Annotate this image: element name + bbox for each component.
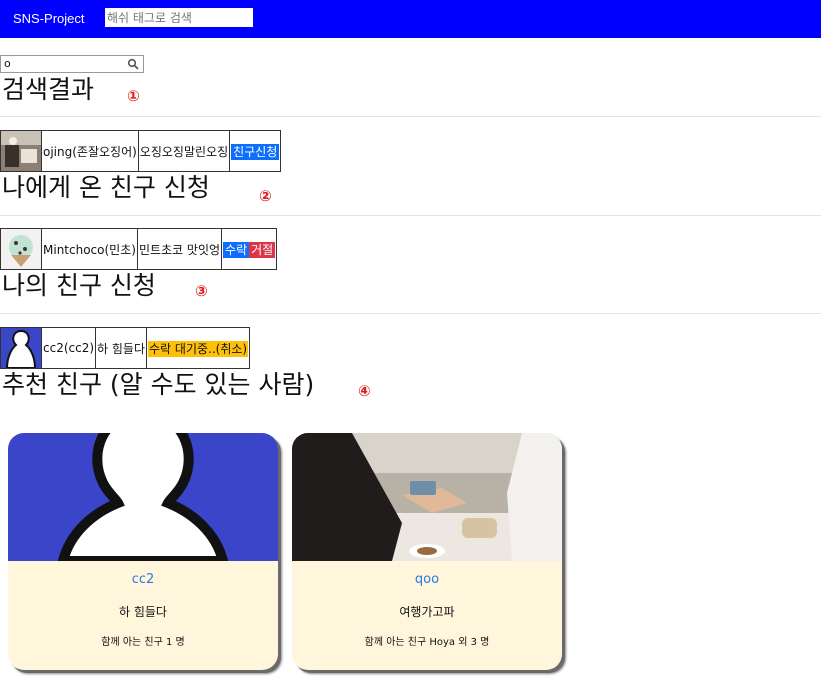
incoming-requests-title: 나에게 온 친구 신청 <box>2 173 210 202</box>
avatar <box>1 229 41 269</box>
friend-request-cell: 친구신청 <box>229 130 282 172</box>
marker-1: ① <box>127 87 140 105</box>
card-user-name[interactable]: cc2 <box>8 572 278 587</box>
user-name: ojing(존잘오징어) <box>41 130 139 172</box>
marker-4: ④ <box>358 382 371 400</box>
user-search-input[interactable]: o <box>0 55 144 73</box>
card-status-message: 하 힘들다 <box>119 605 167 619</box>
accept-reject-cell: 수락 거절 <box>221 228 278 270</box>
marker-2: ② <box>259 187 272 205</box>
avatar <box>1 328 41 368</box>
user-status-message: 하 힘들다 <box>95 327 148 369</box>
card-mutual-friends: 함께 아는 친구 1 명 <box>101 637 185 648</box>
cancel-request-button[interactable]: 수락 대기중..(취소) <box>148 340 249 357</box>
divider <box>0 313 821 314</box>
search-results-title: 검색결과 <box>2 75 95 104</box>
profile-image <box>8 433 278 561</box>
pending-cell: 수락 대기중..(취소) <box>146 327 251 369</box>
avatar-cell <box>0 130 42 172</box>
brand-link[interactable]: SNS-Project <box>13 11 85 26</box>
accept-button[interactable]: 수락 <box>223 241 250 258</box>
search-icon[interactable] <box>127 58 139 70</box>
user-status-message: 오징오징말린오징 <box>137 130 231 172</box>
incoming-request-row: Mintchoco(민초) 민트초코 맛잇엉 수락 거절 <box>0 228 278 270</box>
card-status-message: 여행가고파 <box>399 605 455 619</box>
divider <box>0 116 821 117</box>
user-name: cc2(cc2) <box>40 327 97 369</box>
profile-image <box>292 433 562 561</box>
recommendation-card[interactable]: qoo 여행가고파 함께 아는 친구 Hoya 외 3 명 <box>292 433 562 670</box>
card-mutual-friends: 함께 아는 친구 Hoya 외 3 명 <box>364 637 490 648</box>
marker-3: ③ <box>195 282 208 300</box>
user-status-message: 민트초코 맛잇엉 <box>136 228 223 270</box>
my-requests-title: 나의 친구 신청 <box>2 271 156 300</box>
reject-button[interactable]: 거절 <box>249 241 276 258</box>
recommendation-card[interactable]: cc2 하 힘들다 함께 아는 친구 1 명 <box>8 433 278 670</box>
friend-request-button[interactable]: 친구신청 <box>231 143 280 160</box>
user-name: Mintchoco(민초) <box>41 228 138 270</box>
recommended-title: 추천 친구 (알 수도 있는 사람) <box>2 370 315 399</box>
top-navbar: SNS-Project <box>0 0 821 38</box>
my-request-row: cc2(cc2) 하 힘들다 수락 대기중..(취소) <box>0 327 251 369</box>
user-search-value: o <box>4 57 11 70</box>
card-user-name[interactable]: qoo <box>292 572 562 587</box>
search-result-row: ojing(존잘오징어) 오징오징말린오징 친구신청 <box>0 130 282 172</box>
avatar-cell <box>0 228 42 270</box>
hashtag-search-input[interactable] <box>105 8 253 27</box>
divider <box>0 215 821 216</box>
avatar <box>1 131 41 171</box>
avatar-cell <box>0 327 42 369</box>
